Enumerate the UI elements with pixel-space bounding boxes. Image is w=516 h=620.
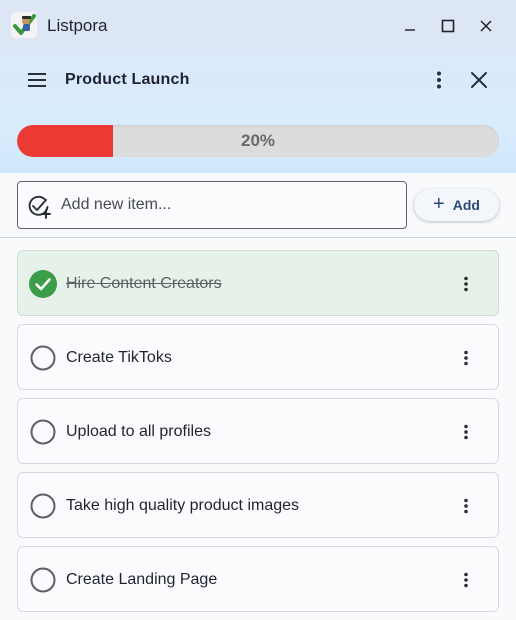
list-item[interactable]: Create Landing Page <box>17 546 499 612</box>
unchecked-circle-icon[interactable] <box>29 418 57 446</box>
app-title: Listpora <box>47 16 108 35</box>
item-list: Hire Content Creators Create TikToks Upl… <box>0 238 516 620</box>
plus-icon: + <box>433 193 445 215</box>
menu-button[interactable] <box>24 67 50 93</box>
check-plus-icon <box>26 194 52 220</box>
minimize-icon <box>405 29 415 31</box>
add-button[interactable]: + Add <box>414 189 499 221</box>
maximize-icon <box>441 19 455 33</box>
unchecked-circle-icon[interactable] <box>29 492 57 520</box>
title-bar: Listpora <box>0 0 516 50</box>
item-more-button[interactable] <box>456 568 476 592</box>
item-label: Upload to all profiles <box>66 423 211 440</box>
add-item-field[interactable] <box>17 181 407 229</box>
item-label: Create Landing Page <box>66 571 218 588</box>
minimize-button[interactable] <box>396 12 424 40</box>
list-item[interactable]: Create TikToks <box>17 324 499 390</box>
item-more-button[interactable] <box>456 420 476 444</box>
kebab-icon <box>464 572 468 588</box>
item-more-button[interactable] <box>456 272 476 296</box>
unchecked-circle-icon[interactable] <box>29 344 57 372</box>
item-more-button[interactable] <box>456 494 476 518</box>
list-title: Product Launch <box>65 71 190 88</box>
progress-label: 20% <box>240 131 276 150</box>
kebab-icon <box>437 71 441 89</box>
close-icon <box>471 72 487 88</box>
app-window: Listpora Product Launch 20% Add new item… <box>0 0 516 620</box>
item-label: Take high quality product images <box>66 497 300 514</box>
add-button-label: Add <box>452 197 480 213</box>
item-label: Create TikToks <box>66 349 172 366</box>
list-item[interactable]: Upload to all profiles <box>17 398 499 464</box>
list-item[interactable]: Hire Content Creators <box>17 250 499 316</box>
list-more-button[interactable] <box>428 67 450 93</box>
add-item-area: + Add <box>0 173 516 238</box>
list-header: Product Launch 20% <box>0 50 516 173</box>
kebab-icon <box>464 276 468 292</box>
hamburger-icon <box>28 73 46 87</box>
progress-bar: 20% <box>17 125 499 157</box>
close-list-button[interactable] <box>467 67 491 93</box>
add-item-input[interactable] <box>61 182 401 228</box>
checked-circle-icon[interactable] <box>29 270 57 298</box>
list-item[interactable]: Take high quality product images <box>17 472 499 538</box>
item-label: Hire Content Creators <box>66 275 222 292</box>
maximize-button[interactable] <box>434 12 462 40</box>
unchecked-circle-icon[interactable] <box>29 566 57 594</box>
kebab-icon <box>464 424 468 440</box>
window-close-button[interactable] <box>472 12 500 40</box>
window-close-icon <box>480 20 492 32</box>
item-more-button[interactable] <box>456 346 476 370</box>
kebab-icon <box>464 350 468 366</box>
kebab-icon <box>464 498 468 514</box>
app-logo-icon <box>11 12 37 38</box>
